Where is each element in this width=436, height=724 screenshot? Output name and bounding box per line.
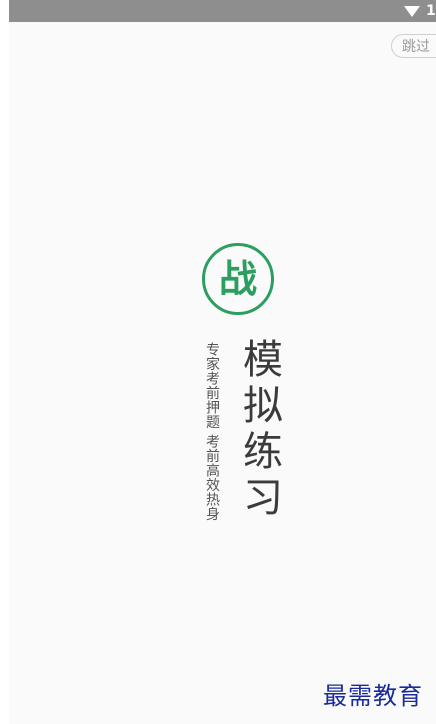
slogan-vertical-text: 专家考前押题 考前高效热身: [204, 342, 220, 521]
logo-character: 战: [218, 257, 257, 301]
status-bar: 1: [9, 0, 436, 22]
battery-level-text: 1: [426, 3, 436, 19]
app-logo-badge: 战: [202, 243, 274, 315]
skip-button-label: 跳过: [402, 39, 430, 55]
splash-screen: 1 跳过 战 专家考前押题 考前高效热身 模拟练习 最需教育: [9, 0, 436, 724]
splash-title-vertical: 模拟练习: [236, 338, 282, 522]
left-margin: [0, 0, 9, 724]
wifi-icon: [404, 6, 420, 17]
watermark-text: 最需教育: [323, 682, 423, 710]
skip-button[interactable]: 跳过: [391, 34, 436, 58]
